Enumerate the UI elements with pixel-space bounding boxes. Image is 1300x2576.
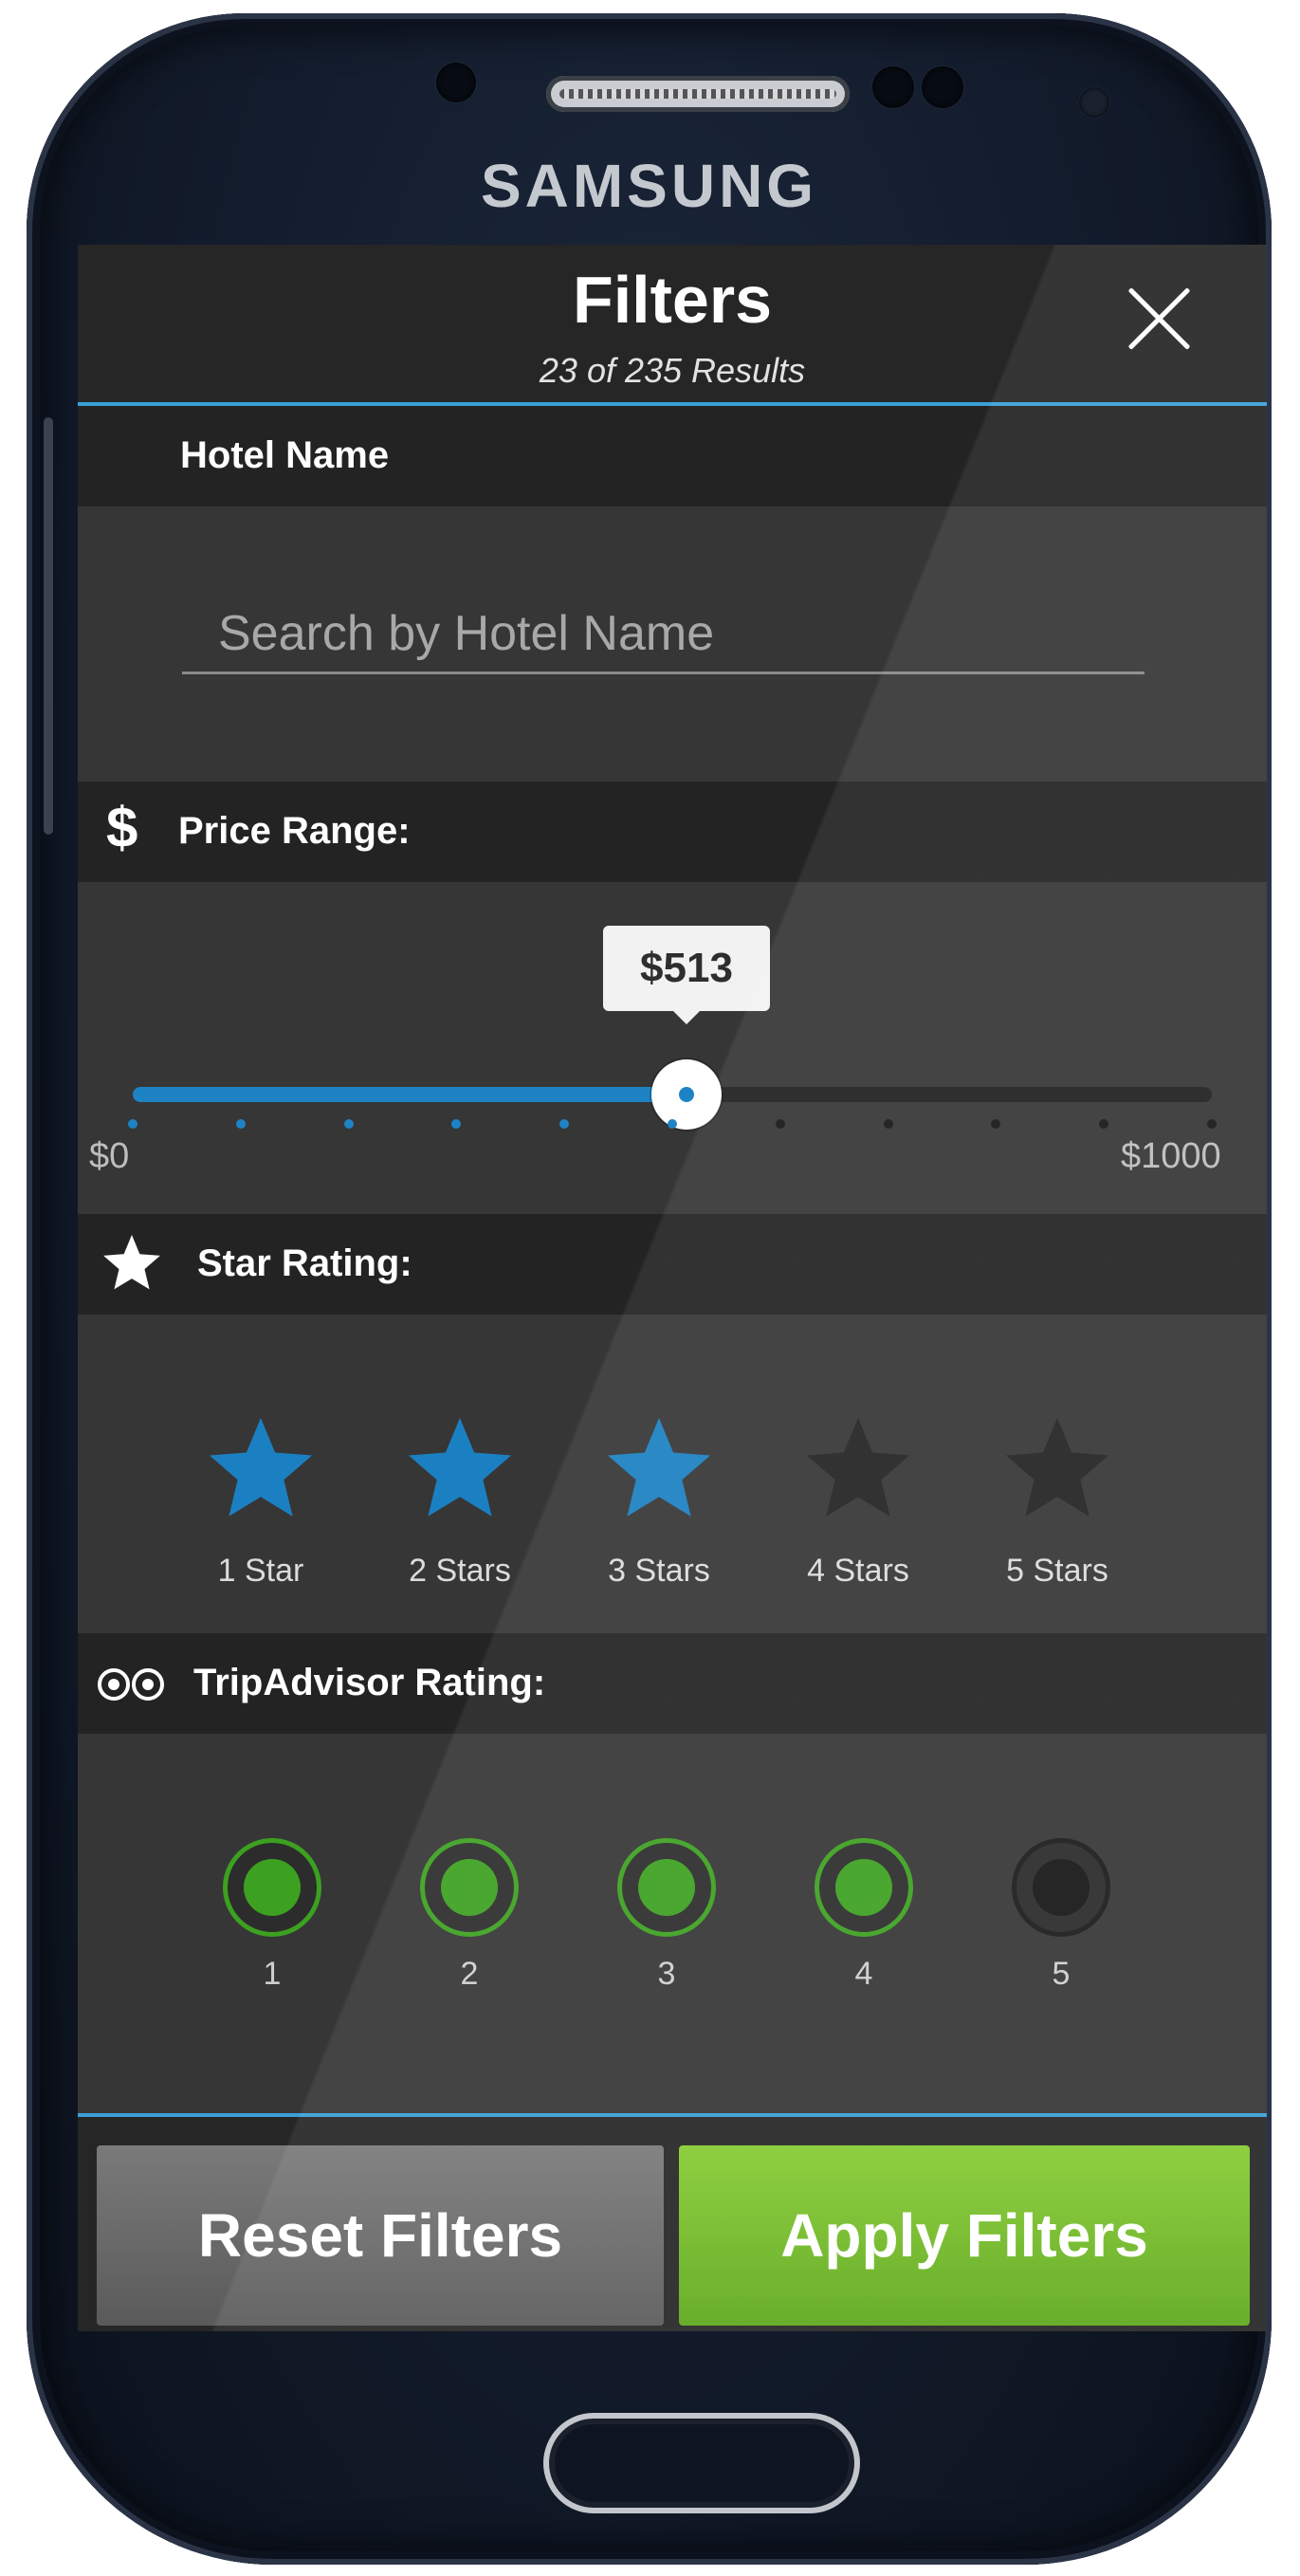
slider-tick bbox=[883, 1119, 893, 1129]
star-icon bbox=[806, 1418, 910, 1517]
owl-eyes-icon bbox=[97, 1667, 165, 1706]
star-option-2[interactable]: 2 Stars bbox=[379, 1418, 540, 1590]
apply-filters-button[interactable]: Apply Filters bbox=[679, 2145, 1250, 2326]
earpiece-speaker bbox=[546, 76, 850, 112]
star-option-label: 1 Star bbox=[217, 1553, 304, 1589]
tripadvisor-option-label: 1 bbox=[263, 1956, 282, 1992]
hotel-search-field[interactable] bbox=[182, 596, 1144, 674]
star-icon bbox=[1005, 1418, 1109, 1517]
tripadvisor-option-label: 3 bbox=[657, 1956, 676, 1992]
tripadvisor-option-5[interactable]: 5 bbox=[995, 1838, 1127, 1993]
tripadvisor-option-3[interactable]: 3 bbox=[600, 1838, 733, 1993]
header-bar: Filters 23 of 235 Results bbox=[78, 245, 1267, 406]
price-range-header: $ Price Range: bbox=[78, 782, 1267, 882]
slider-tick bbox=[343, 1119, 354, 1129]
brand-logo: SAMSUNG bbox=[480, 152, 818, 220]
price-min-label: $0 bbox=[89, 1136, 130, 1176]
page-title: Filters bbox=[572, 263, 773, 337]
slider-tick bbox=[668, 1119, 677, 1129]
star-option-label: 4 Stars bbox=[807, 1553, 909, 1589]
rating-circle-icon bbox=[1012, 1838, 1110, 1937]
star-icon bbox=[209, 1418, 313, 1517]
rating-circle-icon bbox=[223, 1838, 321, 1937]
star-icon bbox=[607, 1418, 711, 1517]
price-range-label: Price Range: bbox=[178, 810, 411, 852]
star-option-4[interactable]: 4 Stars bbox=[778, 1418, 939, 1590]
camera-dot bbox=[1079, 87, 1109, 118]
screen: Filters 23 of 235 Results Hotel Name $ P… bbox=[78, 245, 1267, 2331]
side-button bbox=[44, 417, 53, 835]
slider-tick bbox=[128, 1119, 137, 1129]
star-option-5[interactable]: 5 Stars bbox=[977, 1418, 1138, 1590]
proximity-sensor bbox=[872, 66, 914, 108]
tripadvisor-option-4[interactable]: 4 bbox=[797, 1838, 930, 1993]
rating-circle-icon bbox=[815, 1838, 913, 1937]
rating-circle-icon bbox=[617, 1838, 716, 1937]
price-value-tooltip: $513 bbox=[603, 926, 770, 1024]
hotel-name-header: Hotel Name bbox=[78, 406, 1267, 506]
star-option-1[interactable]: 1 Star bbox=[180, 1418, 341, 1590]
tripadvisor-option-2[interactable]: 2 bbox=[403, 1838, 536, 1993]
tripadvisor-option-label: 5 bbox=[1052, 1956, 1071, 1992]
star-option-3[interactable]: 3 Stars bbox=[578, 1418, 740, 1590]
tripadvisor-rating-header: TripAdvisor Rating: bbox=[78, 1633, 1267, 1734]
dollar-icon: $ bbox=[106, 796, 138, 859]
hotel-search-input[interactable] bbox=[182, 596, 1144, 672]
star-rating-header: Star Rating: bbox=[78, 1214, 1267, 1315]
light-sensor bbox=[922, 66, 963, 108]
slider-tick bbox=[1207, 1119, 1217, 1129]
front-camera bbox=[436, 63, 476, 102]
close-icon[interactable] bbox=[1121, 281, 1197, 357]
star-icon bbox=[101, 1235, 163, 1298]
star-option-label: 2 Stars bbox=[409, 1553, 511, 1589]
home-button[interactable] bbox=[543, 2413, 860, 2513]
slider-tick bbox=[775, 1119, 785, 1129]
star-icon bbox=[408, 1418, 512, 1517]
price-slider-thumb[interactable] bbox=[651, 1059, 722, 1130]
star-option-label: 5 Stars bbox=[1006, 1553, 1108, 1589]
tripadvisor-rating-label: TripAdvisor Rating: bbox=[193, 1662, 546, 1703]
star-rating-label: Star Rating: bbox=[197, 1242, 412, 1284]
reset-filters-button[interactable]: Reset Filters bbox=[97, 2145, 664, 2326]
price-slider-fill bbox=[133, 1087, 687, 1102]
tripadvisor-option-label: 4 bbox=[854, 1956, 873, 1992]
rating-circle-icon bbox=[420, 1838, 519, 1937]
price-max-label: $1000 bbox=[1121, 1136, 1221, 1176]
slider-tick bbox=[235, 1119, 246, 1129]
tripadvisor-option-label: 2 bbox=[460, 1956, 479, 1992]
tripadvisor-option-1[interactable]: 1 bbox=[206, 1838, 339, 1993]
star-option-label: 3 Stars bbox=[608, 1553, 710, 1589]
results-count: 23 of 235 Results bbox=[539, 351, 806, 390]
hotel-name-label: Hotel Name bbox=[180, 434, 390, 476]
price-slider[interactable] bbox=[133, 1059, 1212, 1130]
footer-bar: Reset Filters Apply Filters bbox=[78, 2113, 1267, 2331]
